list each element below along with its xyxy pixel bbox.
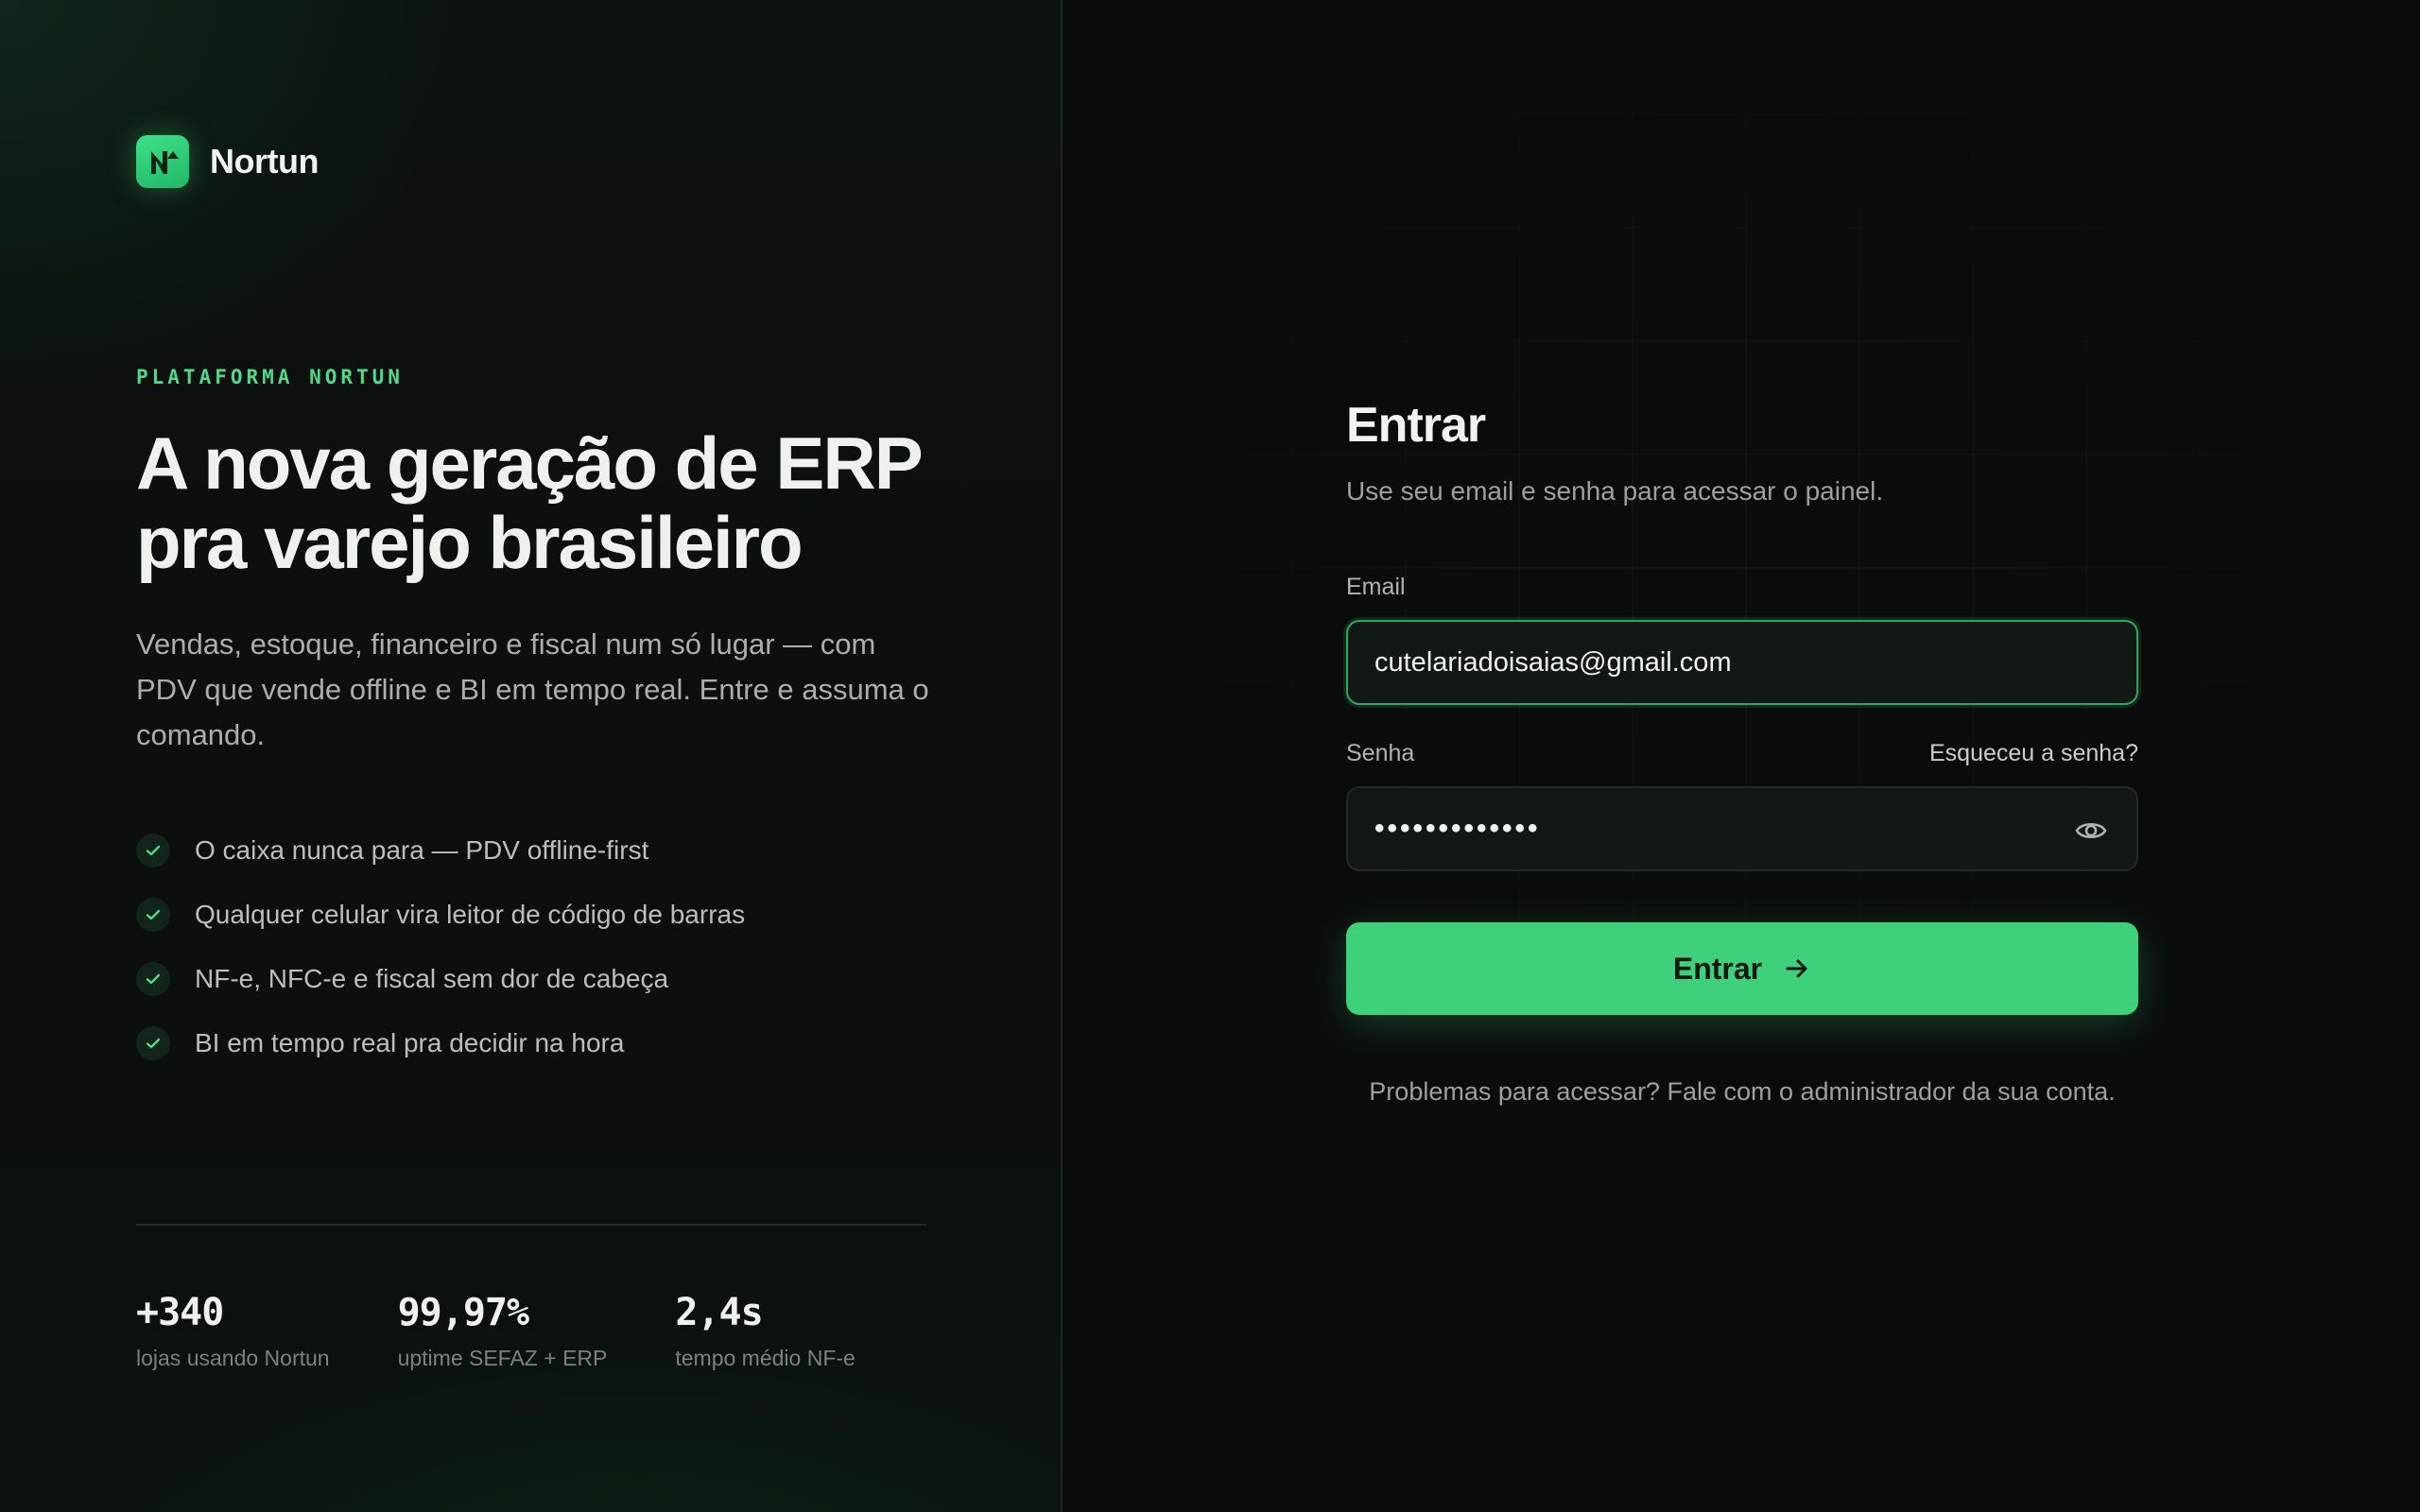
stat-value: 99,97%: [397, 1291, 529, 1334]
stat-stores: +340 lojas usando Nortun: [136, 1291, 330, 1371]
login-panel: [1064, 0, 2420, 1512]
feature-item: Qualquer celular vira leitor de código d…: [136, 883, 745, 947]
divider: [136, 1224, 926, 1226]
feature-text: O caixa nunca para — PDV offline-first: [195, 835, 649, 865]
stat-nfe-time: 2,4s tempo médio NF-e: [675, 1291, 855, 1371]
stat-label: uptime SEFAZ + ERP: [397, 1346, 608, 1370]
lead-paragraph: Vendas, estoque, financeiro e fiscal num…: [136, 627, 929, 751]
feature-item: BI em tempo real pra decidir na hora: [136, 1011, 745, 1075]
check-icon: [136, 833, 170, 868]
email-label: Email: [1346, 574, 1406, 600]
eye-icon[interactable]: [2074, 814, 2108, 848]
feature-text: BI em tempo real pra decidir na hora: [195, 1028, 625, 1057]
feature-list: O caixa nunca para — PDV offline-first Q…: [136, 818, 745, 1075]
submit-label: Entrar: [1672, 951, 1763, 986]
brand-name: Nortun: [210, 142, 319, 180]
stat-label: tempo médio NF-e: [675, 1346, 856, 1370]
stat-label: lojas usando Nortun: [136, 1346, 330, 1370]
feature-item: NF-e, NFC-e e fiscal sem dor de cabeça: [136, 947, 745, 1011]
password-value: •••••••••••••: [1374, 813, 1541, 844]
password-field[interactable]: •••••••••••••: [1346, 786, 2138, 871]
password-label: Senha: [1346, 740, 1415, 766]
forgot-password-link[interactable]: Esqueceu a senha?: [1929, 740, 2138, 767]
nortun-logo-icon: [136, 135, 189, 188]
arrow-right-icon: [1786, 959, 1807, 978]
help-text: Problemas para acessar? Fale com o admin…: [1369, 1077, 2116, 1106]
email-field[interactable]: cutelariadoisaias@gmail.com: [1346, 620, 2138, 705]
headline: A nova geração de ERP pra varejo brasile…: [136, 423, 987, 582]
headline-line-2: pra varejo brasileiro: [136, 501, 804, 584]
stats-row: +340 lojas usando Nortun 99,97% uptime S…: [136, 1291, 924, 1371]
hero-panel: Nortun PLATAFORMA NORTUN A nova geração …: [0, 0, 1063, 1512]
headline-line-1: A nova geração de ERP: [136, 421, 924, 505]
submit-button[interactable]: Entrar: [1346, 922, 2138, 1015]
stat-value: 2,4s: [675, 1291, 763, 1334]
form-title: Entrar: [1346, 398, 1486, 453]
check-icon: [136, 898, 170, 932]
brand: Nortun: [136, 135, 319, 188]
eyebrow: PLATAFORMA NORTUN: [136, 366, 404, 388]
form-subtitle: Use seu email e senha para acessar o pai…: [1346, 476, 1884, 506]
email-value: cutelariadoisaias@gmail.com: [1374, 646, 1732, 678]
feature-item: O caixa nunca para — PDV offline-first: [136, 818, 745, 883]
stat-value: +340: [136, 1291, 224, 1334]
feature-text: NF-e, NFC-e e fiscal sem dor de cabeça: [195, 964, 669, 993]
check-icon: [136, 1026, 170, 1060]
check-icon: [136, 962, 170, 996]
stat-uptime: 99,97% uptime SEFAZ + ERP: [398, 1291, 608, 1371]
feature-text: Qualquer celular vira leitor de código d…: [195, 900, 746, 929]
